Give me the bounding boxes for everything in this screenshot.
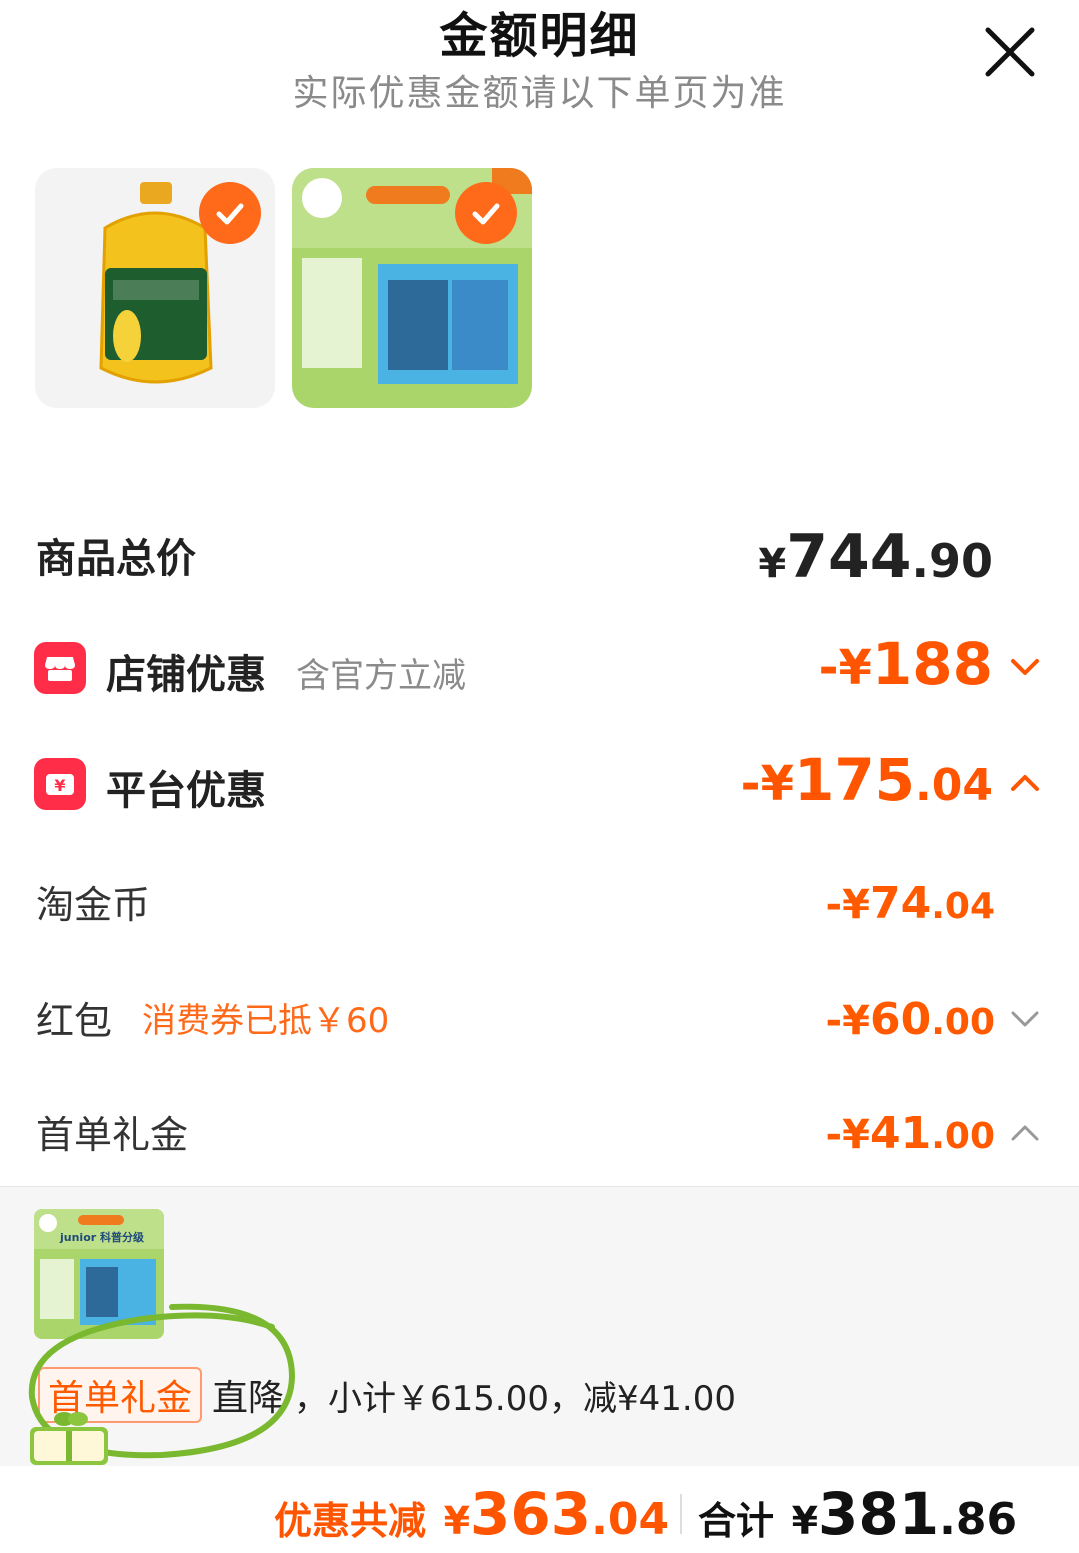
discount-main: 363 [470,1480,592,1548]
total-main: 744 [786,522,912,592]
sub-item-label: 首单礼金 [36,1113,189,1157]
grand-total-decimal: .86 [939,1494,1018,1545]
grand-total: 合计 ¥381.86 [698,1480,1017,1548]
total-decimal: .90 [911,534,994,588]
shop-amount-main: 188 [871,630,993,698]
shop-discount-note: 含官方立减 [296,656,466,696]
amount-prefix: -¥ [825,882,870,928]
platform-discount-amount[interactable]: -¥175.04 [741,746,993,814]
discount-decimal: .04 [591,1494,670,1545]
chevron-down-icon [1011,1011,1039,1027]
detail-product-title: junior 科普分级 [60,1231,145,1244]
redpacket-expand-toggle[interactable] [1008,1006,1042,1036]
page-subtitle: 实际优惠金额请以下单页为准 [292,73,787,114]
total-price: ¥744.90 [758,522,993,592]
grand-total-main: 381 [818,1480,940,1548]
close-button[interactable] [980,22,1040,82]
close-icon [985,27,1035,77]
sticker-logo-icon [26,1409,112,1467]
amount-main: 41 [869,1108,932,1159]
product-thumb-oil[interactable] [35,168,275,408]
amount-decimal: .00 [931,1116,995,1157]
check-icon [472,203,500,225]
sub-item-amount[interactable]: -¥41.00 [826,1108,995,1159]
grand-total-label: 合计 [698,1499,775,1543]
grand-total-currency: ¥ [791,1499,819,1543]
page-title: 金额明细 [439,8,640,64]
chevron-up-icon [1011,1125,1039,1141]
shop-expand-toggle[interactable] [1008,654,1042,684]
chevron-up-icon [1011,775,1039,791]
gift-collapse-toggle[interactable] [1008,1120,1042,1150]
amount-prefix: -¥ [825,1112,870,1158]
platform-discount-label: 平台优惠 [106,768,266,814]
shop-discount-amount[interactable]: -¥188 [819,630,993,698]
platform-collapse-toggle[interactable] [1008,770,1042,800]
platform-amount-prefix: -¥ [740,756,794,812]
product-thumb-books[interactable] [292,168,532,408]
sub-item-label: 淘金币 [36,883,151,927]
discount-currency: ¥ [443,1499,471,1543]
amount-decimal: .04 [931,886,995,927]
sub-item-amount[interactable]: -¥60.00 [826,994,995,1045]
sub-item-amount: -¥74.04 [826,878,995,929]
sub-item-note: 消费券已抵￥60 [142,1001,390,1041]
total-discount: 优惠共减 ¥363.04 [274,1480,669,1548]
gift-detail-panel: junior 科普分级 首单礼金 直降 ，小计￥615.00，减¥41.00 [0,1186,1079,1467]
platform-icon: ¥ [34,758,86,810]
svg-text:¥: ¥ [54,776,65,795]
selected-check[interactable] [199,182,261,244]
shop-icon [34,642,86,694]
chevron-down-icon [1011,659,1039,675]
shop-discount-label: 店铺优惠 [106,652,266,698]
selected-check[interactable] [455,182,517,244]
check-icon [216,203,244,225]
amount-prefix: -¥ [825,998,870,1044]
amount-decimal: .00 [931,1002,995,1043]
sub-item-label: 红包 [36,999,113,1043]
total-label: 商品总价 [36,536,196,582]
divider [680,1494,682,1534]
amount-main: 60 [869,994,932,1045]
total-currency: ¥ [758,541,787,587]
bottom-summary-bar: 优惠共减 ¥363.04 合计 ¥381.86 [0,1466,1079,1553]
discount-label: 优惠共减 [274,1499,427,1543]
amount-main: 74 [869,878,932,929]
shop-amount-prefix: -¥ [818,640,872,696]
platform-amount-main: 175 [793,746,916,814]
platform-amount-decimal: .04 [915,760,993,811]
detail-subtotal-text: ，小计￥615.00，减¥41.00 [294,1378,736,1419]
